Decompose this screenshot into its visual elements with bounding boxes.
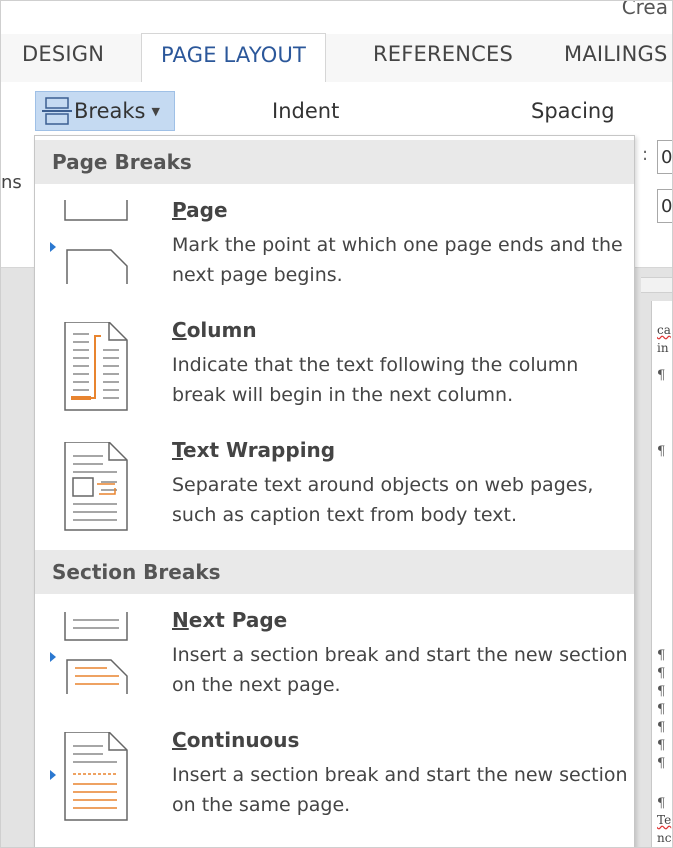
doc-text-fragment: nc [657, 831, 672, 845]
spin-colon: : [642, 144, 649, 165]
paragraph-mark: ¶ [657, 648, 666, 663]
paragraph-mark: ¶ [657, 368, 666, 383]
section-breaks-header: Section Breaks [35, 550, 634, 594]
menu-item-title: Continuous [172, 728, 300, 752]
menu-item-title: Page [172, 198, 228, 222]
doc-text-fragment: in [657, 341, 669, 355]
spacing-before-field[interactable]: 0 [657, 140, 672, 174]
ribbon-tab-bar: DESIGN PAGE LAYOUT REFERENCES MAILINGS [1, 33, 672, 83]
menu-item-page[interactable]: Page Mark the point at which one page en… [35, 188, 634, 308]
ribbon-edge-text: ns [1, 172, 22, 193]
next-page-icon [64, 612, 128, 694]
continuous-icon [64, 732, 128, 821]
paragraph-mark: ¶ [657, 702, 666, 717]
tab-design[interactable]: DESIGN [22, 42, 104, 66]
chevron-down-icon: ▼ [151, 104, 160, 118]
page-break-icon [64, 200, 128, 284]
window-title-fragment: Crea [621, 0, 668, 19]
paragraph-mark: ¶ [657, 720, 666, 735]
text-wrapping-icon [64, 442, 128, 531]
paragraph-mark: ¶ [657, 666, 666, 681]
indent-group-label: Indent [272, 99, 340, 123]
tab-mailings[interactable]: MAILINGS [564, 42, 667, 66]
paragraph-mark: ¶ [657, 796, 666, 811]
spacing-after-field[interactable]: 0 [657, 189, 672, 223]
doc-text-fragment: ca [657, 323, 671, 337]
paragraph-mark: ¶ [657, 738, 666, 753]
paragraph-mark: ¶ [657, 684, 666, 699]
insertion-marker-icon [50, 652, 56, 662]
doc-text-fragment: Te [657, 813, 672, 827]
breaks-label: Breaks [74, 99, 146, 123]
breaks-button[interactable]: Breaks ▼ [35, 91, 175, 131]
paragraph-mark: ¶ [657, 444, 666, 459]
spacing-group-label: Spacing [531, 99, 615, 123]
insertion-marker-icon [50, 242, 56, 252]
window-frame: Crea DESIGN PAGE LAYOUT REFERENCES MAILI… [0, 0, 673, 848]
menu-item-description: Mark the point at which one page ends an… [172, 234, 623, 286]
column-break-icon [64, 322, 128, 411]
menu-item-continuous[interactable]: Continuous Insert a section break and st… [35, 718, 634, 838]
menu-item-title: Column [172, 318, 257, 342]
menu-item-column[interactable]: Column Indicate that the text following … [35, 308, 634, 428]
menu-item-title: Text Wrapping [172, 438, 336, 462]
insertion-marker-icon [50, 770, 56, 780]
ruler [641, 277, 672, 293]
menu-item-description: Separate text around objects on web page… [172, 474, 594, 526]
tab-references[interactable]: REFERENCES [373, 42, 513, 66]
breaks-icon [42, 97, 72, 125]
menu-item-description: Insert a section break and start the new… [172, 764, 628, 816]
paragraph-mark: ¶ [657, 756, 666, 771]
menu-item-description: Insert a section break and start the new… [172, 644, 628, 696]
menu-item-text-wrapping[interactable]: Text Wrapping Separate text around objec… [35, 428, 634, 548]
menu-item-description: Indicate that the text following the col… [172, 354, 579, 406]
page-breaks-header: Page Breaks [35, 140, 634, 184]
menu-item-title: Next Page [172, 608, 288, 632]
breaks-dropdown-menu: Page Breaks Page Mark the point at which… [34, 135, 635, 847]
menu-item-next-page[interactable]: Next Page Insert a section break and sta… [35, 598, 634, 718]
tab-page-layout[interactable]: PAGE LAYOUT [141, 33, 327, 82]
